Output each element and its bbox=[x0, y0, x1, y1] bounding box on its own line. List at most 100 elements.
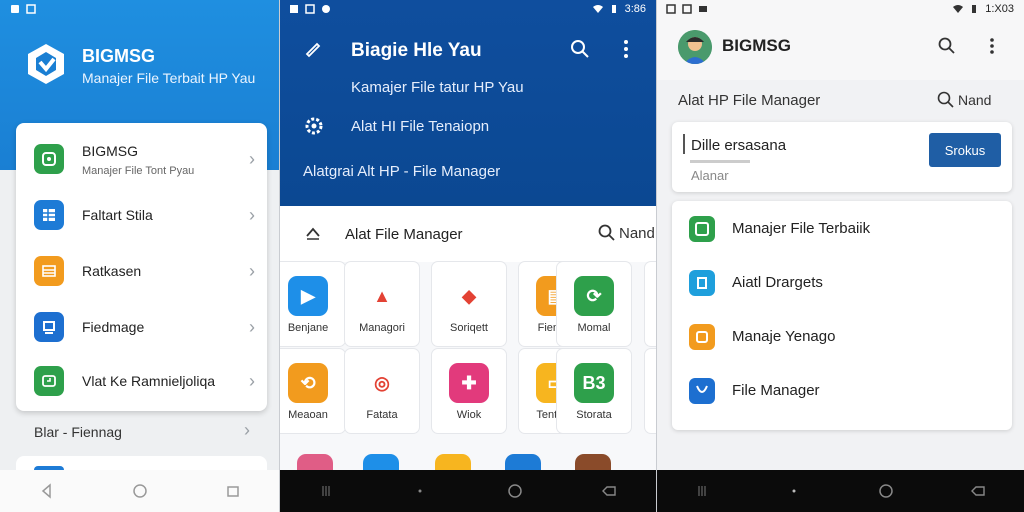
search-label[interactable]: Nand bbox=[619, 225, 655, 242]
battery-icon bbox=[972, 5, 977, 13]
sheet-icon bbox=[34, 256, 64, 286]
notification-icon bbox=[666, 4, 676, 14]
brand-title: BIGMSG bbox=[82, 46, 156, 66]
brand-subtitle: Manajer File Terbait HP Yau bbox=[82, 70, 256, 86]
menu-item-label: Ratkasen bbox=[82, 263, 142, 279]
chevron-right-icon: › bbox=[249, 260, 255, 281]
app-tile[interactable]: ◎ Fatata bbox=[345, 349, 419, 433]
text-cursor bbox=[683, 134, 685, 154]
search-icon[interactable] bbox=[569, 38, 591, 60]
app-icon bbox=[34, 144, 64, 174]
menu-item-label: Vlat Ke Ramnieljoliqa bbox=[82, 373, 216, 389]
home-icon[interactable] bbox=[132, 483, 148, 499]
app-tile-label: Momal bbox=[577, 322, 611, 334]
recents-icon[interactable] bbox=[225, 483, 241, 499]
app-logo-icon bbox=[28, 44, 64, 84]
chevron-right-icon: › bbox=[249, 204, 255, 225]
app-tile[interactable]: B3 Storata bbox=[557, 349, 631, 433]
image-icon bbox=[682, 4, 692, 14]
more-icon[interactable] bbox=[615, 38, 637, 60]
home-icon[interactable] bbox=[507, 483, 523, 499]
search-icon[interactable] bbox=[936, 90, 956, 110]
menu-item-fiedmage[interactable]: Fiedmage › bbox=[16, 299, 267, 355]
app-tile-icon-partial[interactable] bbox=[297, 454, 333, 470]
app-tile[interactable]: ⟲ Meaoan bbox=[279, 349, 345, 433]
hero-line[interactable]: Alatgrai Alt HP - File Manager bbox=[303, 163, 500, 180]
hero-line[interactable]: Alat HI File Tenaiopn bbox=[351, 118, 489, 135]
up-icon[interactable] bbox=[303, 224, 323, 244]
wifi-icon bbox=[953, 5, 964, 13]
hero-subtitle: Kamajer File tatur HP Yau bbox=[351, 79, 524, 96]
dot-icon bbox=[792, 489, 796, 493]
avatar[interactable] bbox=[678, 30, 712, 64]
app-tile-icon-partial[interactable] bbox=[575, 454, 611, 470]
camera-icon bbox=[699, 6, 707, 12]
brand-title: BIGMSG bbox=[722, 36, 791, 55]
search-icon[interactable] bbox=[937, 36, 957, 56]
navigation-bar bbox=[0, 470, 279, 512]
menu-item-ratkasen[interactable]: Ratkasen › bbox=[16, 243, 267, 299]
app-tile-label: Sa bbox=[645, 322, 656, 334]
app-tile-icon-partial[interactable] bbox=[363, 454, 399, 470]
chevron-right-icon: › bbox=[249, 148, 255, 169]
back-icon[interactable] bbox=[601, 483, 617, 499]
app-tile[interactable]: ⟳ Momal bbox=[557, 262, 631, 346]
app-tile-label: Benjane bbox=[287, 322, 329, 334]
list-item[interactable]: Aiatl Drargets bbox=[672, 255, 1012, 309]
section-link[interactable]: Blar - Fiennag bbox=[34, 424, 122, 440]
menu-item-vlat[interactable]: Vlat Ke Ramnieljoliqa › bbox=[16, 353, 267, 409]
list-item[interactable]: File Manager bbox=[672, 363, 1012, 417]
search-input[interactable]: Dille ersasana bbox=[691, 137, 786, 154]
app-tile-label: Soriqett bbox=[450, 322, 488, 334]
status-bar: 1:X03 bbox=[656, 0, 1024, 18]
back-icon[interactable] bbox=[970, 483, 986, 499]
app-tile[interactable]: ▶ Benjane bbox=[279, 262, 345, 346]
search-label[interactable]: Nand bbox=[958, 92, 991, 108]
menu-card: BIGMSG Manajer File Tont Pyau › Faltart … bbox=[16, 123, 267, 411]
edit-icon[interactable] bbox=[303, 38, 325, 60]
navigation-bar bbox=[656, 470, 1024, 512]
image-icon bbox=[26, 4, 36, 14]
app-tile[interactable]: ▣Ma bbox=[645, 349, 656, 433]
app-tile-icon-partial[interactable] bbox=[435, 454, 471, 470]
list-item[interactable]: Manajer File Terbaiik bbox=[672, 201, 1012, 255]
app-tile-label: Wiok bbox=[456, 409, 482, 421]
menu-item-label: Fiedmage bbox=[82, 319, 145, 335]
recents-icon[interactable] bbox=[318, 483, 334, 499]
navigation-bar bbox=[279, 470, 656, 512]
app-tile-icon-partial[interactable] bbox=[505, 454, 541, 470]
status-bar bbox=[0, 0, 279, 18]
settings-icon bbox=[305, 117, 323, 135]
section-bar: Alat File Manager Nand bbox=[279, 206, 656, 262]
list-card: Manajer File Terbaiik Aiatl Drargets Man… bbox=[672, 201, 1012, 430]
app-tile-label: Fatata bbox=[366, 409, 398, 421]
screen-left: BIGMSG Manajer File Terbait HP Yau BIGMS… bbox=[0, 0, 279, 512]
app-tile[interactable]: ◆ Soriqett bbox=[432, 262, 506, 346]
table-icon bbox=[34, 200, 64, 230]
recents-icon[interactable] bbox=[694, 483, 710, 499]
app-tile[interactable]: ▲ Managori bbox=[345, 262, 419, 346]
app-tile-icon: ◎ bbox=[362, 363, 402, 403]
location-icon bbox=[322, 5, 330, 13]
status-time: 3:86 bbox=[624, 3, 646, 15]
menu-item-faltart[interactable]: Faltart Stila › bbox=[16, 187, 267, 243]
chevron-right-icon: › bbox=[249, 370, 255, 391]
screen-middle: 3:86 Biagie Hle Yau Kamajer File tatur H… bbox=[279, 0, 656, 512]
back-icon[interactable] bbox=[39, 483, 55, 499]
shield-icon bbox=[689, 378, 715, 404]
page-title: Biagie Hle Yau bbox=[351, 40, 482, 61]
list-item-label: Manaje Yenago bbox=[732, 328, 836, 345]
app-tile-label: Meaoan bbox=[288, 409, 328, 421]
app-tile-icon: ✚ bbox=[449, 363, 489, 403]
box-icon bbox=[689, 324, 715, 350]
section-title: Alat HP File Manager bbox=[678, 92, 821, 109]
list-item[interactable]: Manaje Yenago bbox=[672, 309, 1012, 363]
home-icon[interactable] bbox=[878, 483, 894, 499]
submit-button[interactable]: Srokus bbox=[929, 133, 1001, 167]
search-icon[interactable] bbox=[597, 223, 617, 243]
app-tile[interactable]: ✚ Wiok bbox=[432, 349, 506, 433]
menu-item-bigmsg[interactable]: BIGMSG Manajer File Tont Pyau › bbox=[16, 131, 267, 187]
app-tile-icon: ⟳ bbox=[574, 276, 614, 316]
more-icon[interactable] bbox=[982, 36, 1002, 56]
app-tile[interactable]: ■Sa bbox=[645, 262, 656, 346]
